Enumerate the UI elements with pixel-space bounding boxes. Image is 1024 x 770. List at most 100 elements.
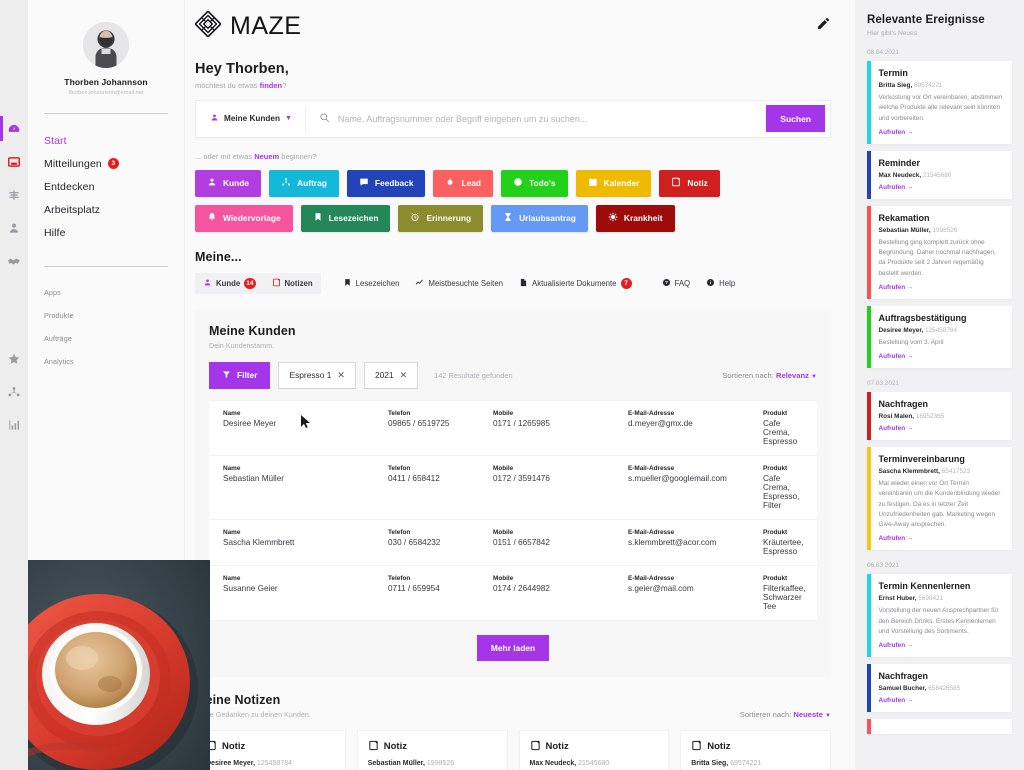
create-feedback-button[interactable]: Feedback <box>346 169 426 197</box>
funnel-icon <box>222 370 231 381</box>
event-card[interactable]: Termin Britta Sieg, 69574221 Verkostung vo… <box>867 61 1012 144</box>
cell-value: 09865 / 6519725 <box>388 418 450 428</box>
chevron-down-icon: ▼ <box>811 373 817 380</box>
tab-label: Kunde <box>216 278 241 288</box>
notizen-sort-control[interactable]: Sortieren nach: Neueste ▼ <box>740 710 831 719</box>
sidebar-subitem-apps[interactable]: Apps <box>44 281 168 304</box>
hourglass-icon <box>503 212 513 224</box>
sidebar-item-hilfe[interactable]: Hilfe <box>44 221 168 244</box>
bookmark-icon <box>343 278 352 289</box>
dashboard-icon[interactable] <box>0 112 28 145</box>
create-wiedervorlage-button[interactable]: Wiedervorlage <box>195 204 293 232</box>
note-title: Notiz <box>206 740 335 754</box>
note-customer: Sebastian Müller, 1998526 <box>367 759 455 767</box>
event-card[interactable]: Reminder Max Neudeck, 21545680 Aufrufen → <box>867 150 1012 199</box>
event-open-link[interactable]: Aufrufen → <box>879 642 1005 649</box>
person-icon[interactable] <box>0 211 28 244</box>
sort-label: Sortieren nach: <box>722 370 774 380</box>
star-icon[interactable] <box>0 342 28 375</box>
bookmark-icon <box>313 212 323 224</box>
events-list: 08.04.2021 Termin Britta Sieg, 69574221 Ver… <box>867 49 1012 734</box>
handshake-icon[interactable] <box>0 244 28 277</box>
event-card[interactable] <box>867 719 1012 734</box>
tab-kunde[interactable]: Kunde 14 <box>195 272 264 294</box>
event-title: Rekamation <box>878 212 930 223</box>
sort-control[interactable]: Sortieren nach: Relevanz ▼ <box>722 371 817 380</box>
filter-tag[interactable]: 2021 ✕ <box>363 361 419 389</box>
create-krankheit-button[interactable]: Krankheit <box>595 204 675 232</box>
search-scope-dropdown[interactable]: Meine Kunden ▼ <box>196 106 306 131</box>
event-open-link[interactable]: Aufrufen → <box>879 284 1005 291</box>
network-icon <box>281 177 291 189</box>
table-cell: E-Mail-Adresse s.klemmbrett@acor.com <box>628 529 763 556</box>
event-open-link[interactable]: Aufrufen → <box>879 184 1005 191</box>
create-notiz-button[interactable]: Notiz <box>659 169 720 197</box>
greeting-sub-highlight[interactable]: finden <box>260 81 283 90</box>
sidebar-item-mitteilungen[interactable]: Mitteilungen 3 <box>44 152 168 175</box>
table-row[interactable]: Name Sascha Klemmbrett Telefon 030 / 658423… <box>209 519 817 566</box>
tab-faq[interactable]: ? FAQ <box>654 273 699 294</box>
event-open-link[interactable]: Aufrufen → <box>879 129 1005 136</box>
note-label: Notiz <box>707 741 731 753</box>
pencil-icon[interactable] <box>816 16 831 36</box>
table-cell: Produkt Cafe Crema, Espresso <box>763 410 803 446</box>
sidebar-subitem-produkte[interactable]: Produkte <box>44 304 168 327</box>
load-more-button[interactable]: Mehr laden <box>476 634 550 661</box>
note-card[interactable]: NotizMax Neudeck, 21545680Interessiert s… <box>518 729 670 770</box>
search-input[interactable] <box>337 113 767 124</box>
event-card[interactable]: Nachfragen Rosi Malen, 16952365 Aufrufen → <box>867 392 1012 440</box>
event-open-link[interactable]: Aufrufen → <box>879 353 1005 360</box>
virus-icon <box>608 212 618 224</box>
tab-aktualisiertedokumente[interactable]: Aktualisierte Dokumente 7 <box>511 273 640 294</box>
close-icon[interactable]: ✕ <box>400 370 408 381</box>
sidebar-item-start[interactable]: Start <box>44 129 168 152</box>
notizen-subtitle: Deine Gedanken zu deinen Kunden. <box>195 709 311 719</box>
sidebar-item-arbeitsplatz[interactable]: Arbeitsplatz <box>44 198 168 221</box>
filter-tag[interactable]: Espresso 1 ✕ <box>278 361 356 389</box>
event-open-link[interactable]: Aufrufen → <box>879 535 1005 542</box>
sidebar-item-entdecken[interactable]: Entdecken <box>44 175 168 198</box>
search-button[interactable]: Suchen <box>766 105 825 133</box>
tab-lesezeichen[interactable]: Lesezeichen <box>335 273 408 294</box>
analytics-icon[interactable] <box>0 408 28 441</box>
create-lead-button[interactable]: Lead <box>433 169 494 197</box>
create-kunde-button[interactable]: Kunde <box>195 169 262 197</box>
sidebar-subitem-analytics[interactable]: Analytics <box>44 350 168 373</box>
sort-value: Relevanz <box>775 370 809 380</box>
inbox-icon[interactable] <box>0 145 28 178</box>
event-open-link[interactable]: Aufrufen → <box>879 425 1005 432</box>
create-erinnerung-button[interactable]: Erinnerung <box>398 204 484 232</box>
tab-meistbesuchteseiten[interactable]: Meistbesuchte Seiten <box>407 273 511 294</box>
event-card[interactable]: Terminvereinbarung Sascha Klemmbrett, 654… <box>867 447 1012 551</box>
event-title: Nachfragen <box>878 671 929 681</box>
chip-label: Erinnerung <box>426 213 472 224</box>
tab-help[interactable]: i Help <box>698 273 743 294</box>
note-card[interactable]: NotizBritta Sieg, 69574221Gehen gerade n… <box>680 729 831 770</box>
close-icon[interactable]: ✕ <box>337 370 345 381</box>
note-icon <box>691 740 702 754</box>
event-card[interactable]: Nachfragen Samuel Bucher, 658426585 Aufruf… <box>867 664 1012 712</box>
column-header: Name <box>223 409 241 417</box>
table-row[interactable]: Name Sebastian Müller Telefon 0411 / 658412… <box>209 455 817 520</box>
tab-notizen[interactable]: Notizen <box>263 272 321 294</box>
note-card[interactable]: NotizDesiree Meyer, 125458784Frau Meyer … <box>195 729 346 770</box>
create-todos-button[interactable]: Todo's <box>501 169 568 197</box>
event-text: Bestellung ging komplett zurück ohne Beg… <box>878 238 996 277</box>
create-lesezeichen-button[interactable]: Lesezeichen <box>300 204 391 232</box>
create-urlaubsantrag-button[interactable]: Urlaubsantrag <box>491 204 588 232</box>
event-open-link[interactable]: Aufrufen → <box>879 697 1005 704</box>
orders-icon[interactable] <box>0 375 28 408</box>
new-lead-highlight[interactable]: Neuem <box>254 152 279 161</box>
event-card[interactable]: Auftragsbestätigung Desiree Meyer, 125458… <box>867 305 1012 368</box>
filter-button[interactable]: Filter <box>209 361 271 389</box>
note-card[interactable]: NotizSebastian Müller, 1998526Reklamatio… <box>356 729 508 770</box>
create-auftrag-button[interactable]: Auftrag <box>269 169 339 197</box>
compass-icon[interactable] <box>0 178 28 211</box>
event-card[interactable]: Rekamation Sebastian Müller, 1998526 Beste… <box>867 205 1012 299</box>
create-kalender-button[interactable]: Kalender <box>575 169 652 197</box>
brand: MAZE <box>194 10 301 42</box>
event-card[interactable]: Termin Kennenlernen Ernst Huber, 5698421 V… <box>867 574 1012 657</box>
table-row[interactable]: Name Desiree Meyer Telefon 09865 / 6519725 M… <box>209 400 817 456</box>
table-row[interactable]: Name Susanne Geier Telefon 0711 / 659954 Mob… <box>209 565 817 621</box>
sidebar-subitem-aufträge[interactable]: Aufträge <box>44 327 168 350</box>
